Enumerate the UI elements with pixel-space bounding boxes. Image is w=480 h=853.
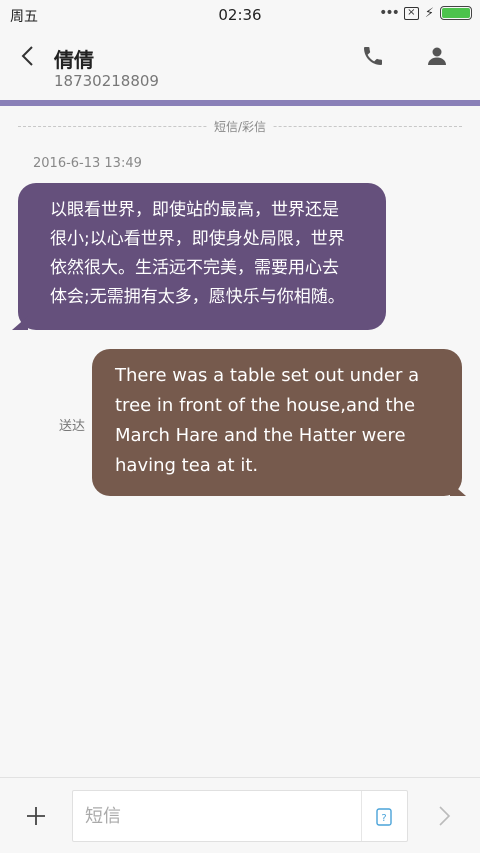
phone-icon[interactable] bbox=[361, 44, 385, 68]
input-separator bbox=[361, 791, 362, 841]
sms-input[interactable] bbox=[85, 791, 355, 841]
status-icons: ••• × ⚡ bbox=[379, 5, 472, 21]
status-bar: 周五 02:36 ••• × ⚡ bbox=[0, 0, 480, 28]
plus-icon[interactable] bbox=[24, 804, 48, 828]
incoming-line: 依然很大。生活远不完美，需要用心去 bbox=[50, 258, 339, 278]
incoming-message-bubble[interactable]: 以眼看世界，即使站的最高，世界还是 很小;以心看世界，即使身处局限，世界 依然很… bbox=[18, 183, 386, 330]
outgoing-message-bubble[interactable]: There was a table set out under a tree i… bbox=[92, 349, 462, 496]
delivery-status: 送达 bbox=[59, 419, 86, 434]
outgoing-line: There was a table set out under a bbox=[115, 365, 420, 386]
incoming-line: 很小;以心看世界，即使身处局限，世界 bbox=[50, 229, 345, 249]
template-icon[interactable]: ? bbox=[376, 808, 392, 826]
charging-bolt-icon: ⚡ bbox=[424, 5, 434, 21]
back-arrow-icon[interactable] bbox=[14, 42, 42, 70]
incoming-line: 体会;无需拥有太多，愿快乐与你相随。 bbox=[50, 287, 345, 307]
conversation-header: 倩倩 18730218809 bbox=[0, 28, 480, 100]
composer-bar: ? bbox=[0, 777, 480, 853]
outgoing-bubble-tail bbox=[450, 482, 466, 496]
person-icon[interactable] bbox=[425, 44, 449, 68]
composer-input-box: ? bbox=[72, 790, 408, 842]
sim-x-icon: × bbox=[403, 6, 419, 20]
divider-label: 短信/彩信 bbox=[207, 120, 273, 134]
message-type-divider: 短信/彩信 bbox=[18, 118, 462, 136]
header-accent-bar bbox=[0, 100, 480, 106]
contact-number: 18730218809 bbox=[54, 72, 159, 90]
svg-text:?: ? bbox=[381, 813, 386, 824]
send-arrow-icon[interactable] bbox=[432, 804, 456, 828]
outgoing-line: March Hare and the Hatter were bbox=[115, 425, 406, 446]
contact-name: 倩倩 bbox=[54, 48, 94, 72]
incoming-line: 以眼看世界，即使站的最高，世界还是 bbox=[50, 200, 339, 220]
outgoing-line: having tea at it. bbox=[115, 455, 259, 476]
battery-icon bbox=[440, 6, 472, 20]
battery-fill bbox=[442, 8, 470, 18]
message-timestamp: 2016-6-13 13:49 bbox=[33, 156, 142, 171]
incoming-bubble-tail bbox=[12, 316, 28, 330]
more-dots-icon: ••• bbox=[379, 5, 400, 21]
outgoing-line: tree in front of the house,and the bbox=[115, 395, 416, 416]
